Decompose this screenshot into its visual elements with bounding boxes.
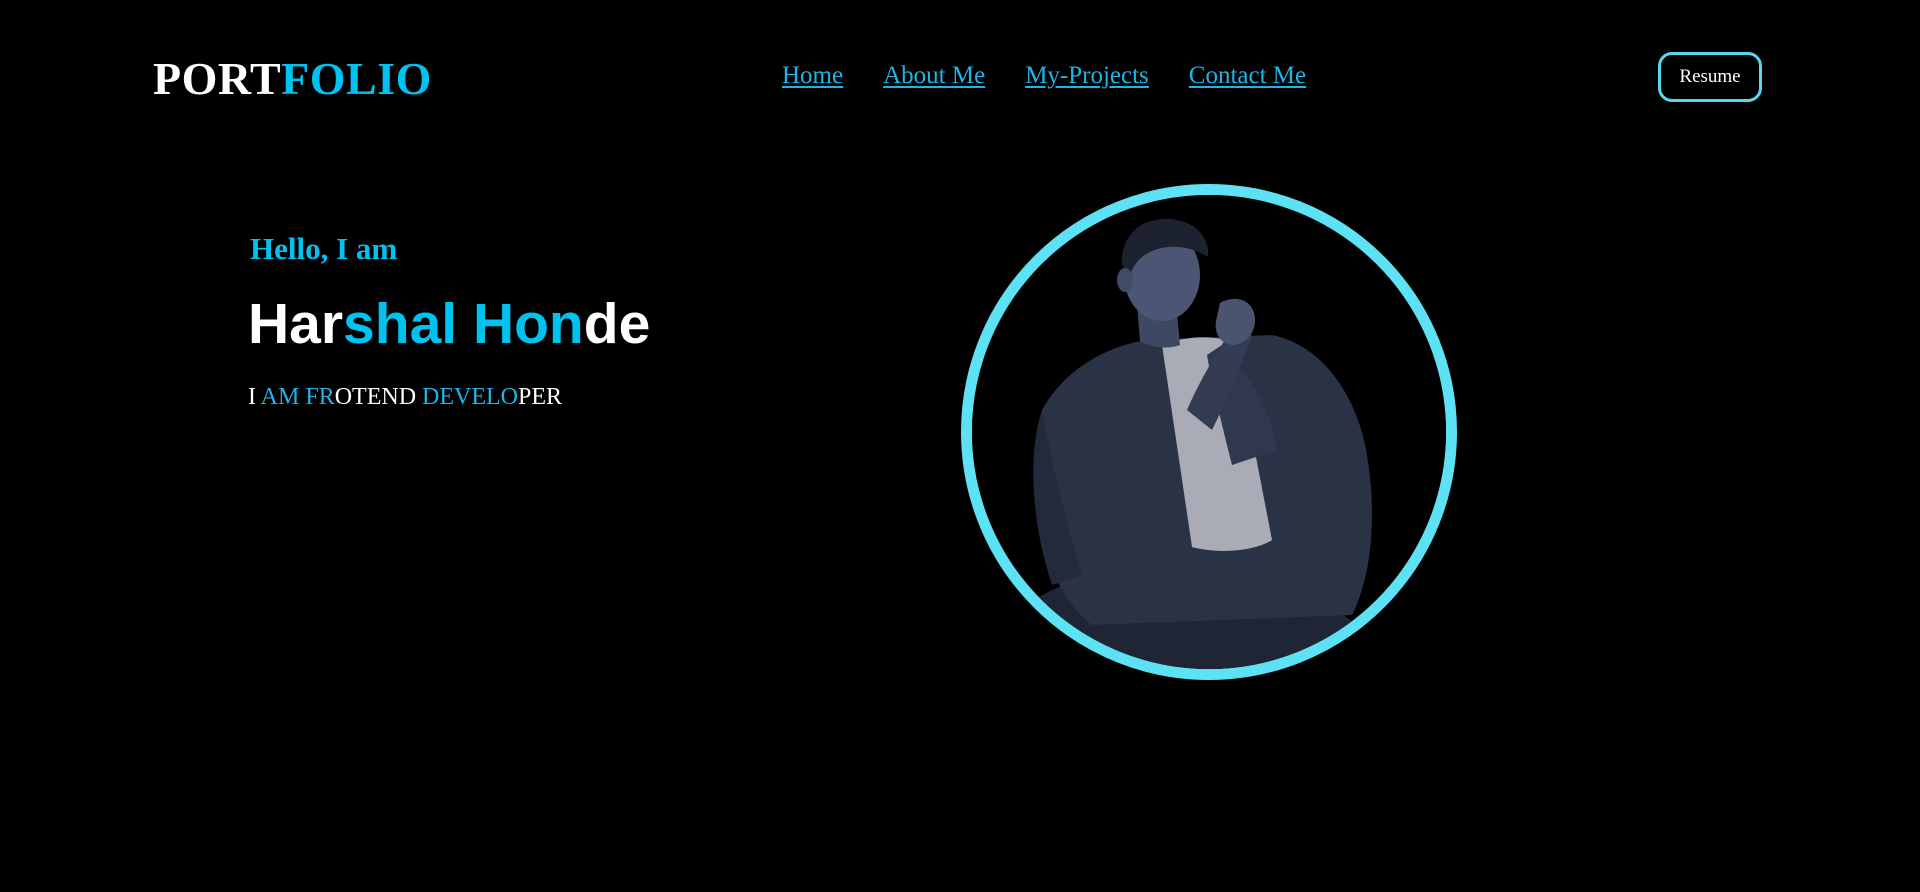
hero-role-part-1: I bbox=[248, 384, 261, 410]
nav-link-about-me[interactable]: About Me bbox=[883, 60, 985, 92]
hero-name-part-3: de bbox=[583, 292, 651, 356]
resume-button[interactable]: Resume bbox=[1658, 52, 1762, 102]
nav-link-contact-me[interactable]: Contact Me bbox=[1189, 60, 1306, 92]
person-portrait-icon bbox=[972, 195, 1446, 669]
logo-part-port: PORT bbox=[153, 53, 282, 104]
logo-part-folio: FOLIO bbox=[281, 53, 432, 104]
hero-role-part-3: OTEND bbox=[334, 384, 423, 410]
hero-greeting: Hello, I am bbox=[250, 231, 398, 266]
profile-photo-frame bbox=[961, 184, 1457, 680]
hero-role-part-2: AM FR bbox=[260, 384, 335, 410]
hero-name-part-2: shal Hon bbox=[343, 292, 584, 356]
hero-role-part-4: DEVELO bbox=[422, 384, 519, 410]
logo[interactable]: PORTFOLIO bbox=[153, 52, 432, 106]
hero-role: I AM FROTEND DEVELOPER bbox=[248, 382, 562, 412]
hero-role-part-5: PER bbox=[518, 384, 563, 410]
hero-name-part-1: Har bbox=[248, 292, 344, 356]
nav-link-my-projects[interactable]: My-Projects bbox=[1025, 60, 1149, 92]
nav-link-home[interactable]: Home bbox=[782, 60, 843, 92]
hero-name: Harshal Honde bbox=[248, 291, 650, 357]
main-nav: Home About Me My-Projects Contact Me bbox=[782, 60, 1306, 92]
site-header: PORTFOLIO Home About Me My-Projects Cont… bbox=[0, 0, 1920, 158]
